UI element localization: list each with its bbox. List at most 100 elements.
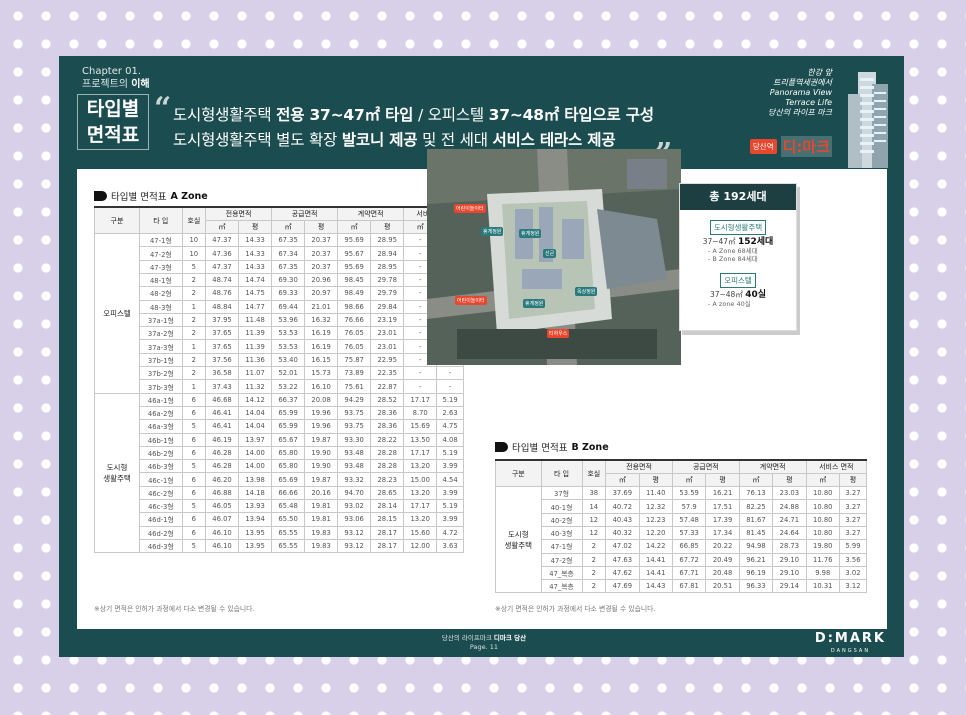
table-cell: 28.22 xyxy=(370,432,405,447)
table-cell: - xyxy=(403,379,438,394)
brand-slogan: 한강 앞 트리플역세권에서 Panorama View Terrace Life 당산의… xyxy=(768,68,832,118)
table-cell: 17.51 xyxy=(705,499,740,514)
table-cell: 14.33 xyxy=(238,233,273,248)
table-row: 46c-2형 6 46.88 14.18 66.66 20.16 94.70 28.65 13.… xyxy=(95,485,464,501)
table-cell: 67.35 xyxy=(271,259,306,274)
table-row: 40-1형 14 40.72 12.32 57.9 17.51 82.25 24.88 10.8… xyxy=(496,499,868,514)
zone-name: B Zone xyxy=(571,441,609,453)
table-cell: 46b-1형 xyxy=(139,432,183,447)
section-title-text: 타입별 면적표 xyxy=(512,443,568,454)
table-cell: 93.48 xyxy=(337,459,372,474)
col-unit-m2: ㎡ xyxy=(671,472,707,488)
table-cell: 2 xyxy=(181,312,207,328)
table-cell: 12 xyxy=(581,512,607,527)
table-cell: 6 xyxy=(181,445,207,461)
table-cell: 46a-1형 xyxy=(139,392,183,407)
col-unit-py: 평 xyxy=(304,219,339,235)
table-cell: 3.99 xyxy=(436,485,464,501)
table-cell: 11.07 xyxy=(238,366,273,381)
col-group: 계약면적 xyxy=(738,458,807,474)
table-cell: 76.05 xyxy=(337,326,372,341)
headline-bold: 37~48㎡ 타입으로 구성 xyxy=(488,106,654,124)
table-cell: 6 xyxy=(181,405,207,421)
table-cell: 81.67 xyxy=(738,512,774,527)
section-title-b: 타입별 면적표 B Zone xyxy=(495,440,609,454)
table-cell: 65.55 xyxy=(271,538,306,554)
table-cell: 2 xyxy=(181,326,207,341)
table-cell: 37.69 xyxy=(605,486,640,501)
table-cell: 95.67 xyxy=(337,246,372,261)
table-cell: 14.04 xyxy=(238,419,273,434)
table-cell: 46.41 xyxy=(204,419,240,434)
table-cell: 93.48 xyxy=(337,445,372,461)
footer-line-1: 당산의 라이프마크 디마크 당산 xyxy=(429,634,539,643)
table-cell: 10.80 xyxy=(805,512,840,527)
table-cell: 9.98 xyxy=(805,565,840,581)
col-group: 공급면적 xyxy=(271,205,339,221)
table-cell: 6 xyxy=(181,525,207,540)
table-cell: 22.87 xyxy=(370,379,405,394)
table-cell: 12.23 xyxy=(638,512,673,527)
table-cell: 46c-1형 xyxy=(139,472,183,487)
table-cell: 5 xyxy=(181,259,207,274)
table-cell: 15.60 xyxy=(403,525,438,540)
table-cell: 46.41 xyxy=(204,405,240,421)
table-cell: 94.70 xyxy=(337,485,372,501)
table-cell: 14.77 xyxy=(238,299,273,314)
table-cell: 5 xyxy=(181,538,207,554)
d-mark-icon xyxy=(495,442,508,452)
table-cell: 2 xyxy=(181,272,207,288)
table-cell: 46.10 xyxy=(204,538,240,554)
table-cell: 47_복층 xyxy=(540,565,583,581)
table-cell: 98.66 xyxy=(337,299,372,314)
table-cell: 3.99 xyxy=(436,512,464,527)
table-cell: 11.76 xyxy=(805,552,840,567)
col-unit-m2: ㎡ xyxy=(204,219,240,235)
table-cell: 16.10 xyxy=(304,379,339,394)
table-cell: 65.55 xyxy=(271,525,306,540)
table-cell: 37.65 xyxy=(204,339,240,354)
table-cell: 82.25 xyxy=(738,499,774,514)
table-cell: 3.56 xyxy=(838,552,868,567)
table-row: 46b-2형 6 46.28 14.00 65.80 19.90 93.48 28.28 17.… xyxy=(95,445,464,461)
table-cell: 36.58 xyxy=(204,366,240,381)
map-label: 휴게정원 xyxy=(523,299,546,308)
urban-count: 152세대 xyxy=(737,237,774,247)
table-row: 46d-2형 6 46.10 13.95 65.55 19.83 93.12 28.17 15.… xyxy=(95,525,464,540)
table-cell: 73.89 xyxy=(337,366,372,381)
table-cell: 3.27 xyxy=(838,512,868,527)
table-cell: 48-1형 xyxy=(139,272,183,288)
table-cell: 96.19 xyxy=(738,565,774,581)
officetel-value: 37~48㎡ 40실 xyxy=(680,290,796,300)
table-cell: 14.22 xyxy=(638,539,673,554)
brand-line: Terrace Life xyxy=(785,98,832,107)
group-name: 도시형 생활주택 xyxy=(495,486,542,594)
col-group: 전용면적 xyxy=(605,458,673,474)
table-cell: 23.01 xyxy=(370,326,405,341)
table-cell: 48.74 xyxy=(204,272,240,288)
col-type: 타 입 xyxy=(540,459,583,488)
col-type: 타 입 xyxy=(139,206,183,235)
table-cell: 28.95 xyxy=(370,233,405,248)
table-cell: 20.37 xyxy=(304,233,339,248)
table-cell: 29.78 xyxy=(370,272,405,288)
table-cell: 4.08 xyxy=(436,432,464,447)
footer-logo: D:MARK DANGSAN xyxy=(815,632,886,657)
table-cell: 76.13 xyxy=(738,486,774,501)
brand-name: 디:마크 xyxy=(780,136,832,157)
table-cell: 14.00 xyxy=(238,445,273,461)
headline-text: / xyxy=(413,106,428,124)
col-unit-m2: ㎡ xyxy=(805,472,840,488)
table-cell: - xyxy=(436,366,464,381)
table-cell: 46.05 xyxy=(204,499,240,514)
headline-text: 및 xyxy=(417,131,441,149)
map-label: 휴게정원 xyxy=(481,227,504,236)
col-units: 호실 xyxy=(581,459,607,488)
table-cell: 96.21 xyxy=(738,552,774,567)
table-cell: 46.28 xyxy=(204,459,240,474)
brand-tag: 당산역 xyxy=(749,139,777,154)
table-cell: 28.23 xyxy=(370,472,405,487)
brand-line: 한강 앞 xyxy=(807,68,832,77)
map-label: 어린이놀이터 xyxy=(455,296,487,305)
table-cell: 14 xyxy=(581,499,607,514)
